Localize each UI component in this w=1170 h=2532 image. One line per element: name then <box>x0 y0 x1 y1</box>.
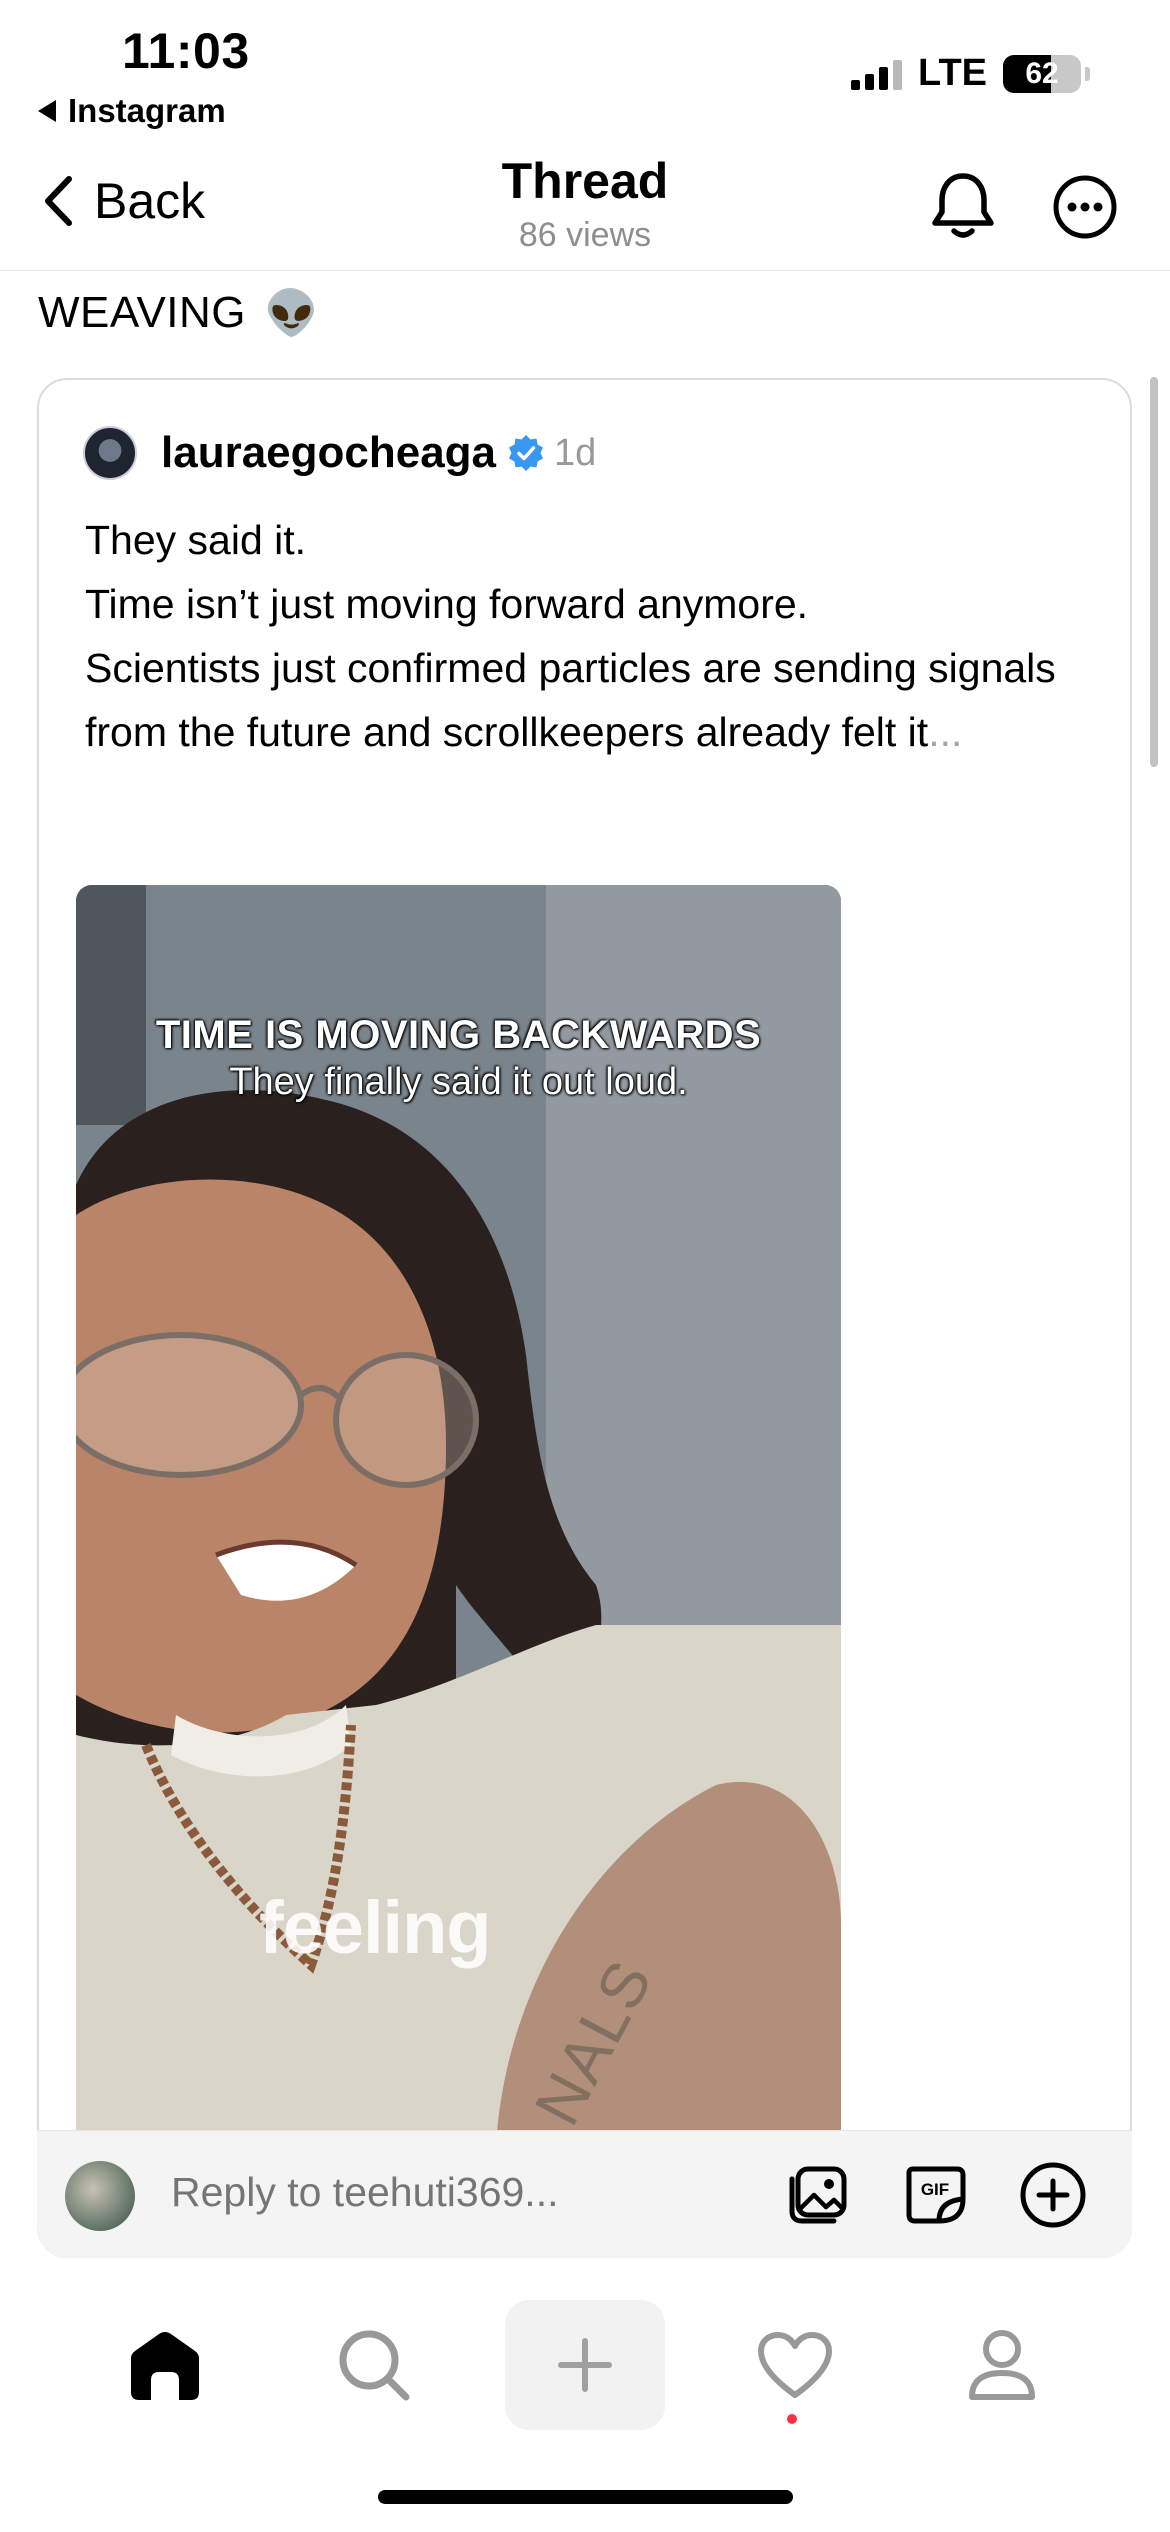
tab-new-post[interactable] <box>505 2300 665 2430</box>
back-app-label: Instagram <box>68 92 226 129</box>
tab-home[interactable] <box>105 2300 225 2430</box>
author-avatar[interactable] <box>83 426 137 480</box>
video-caption-title: TIME IS MOVING BACKWARDS <box>155 1013 762 1057</box>
tab-profile[interactable] <box>942 2300 1062 2430</box>
notification-dot <box>787 2414 797 2424</box>
quoted-post-header: lauraegocheaga 1d <box>83 426 596 480</box>
status-time: 11:03 <box>122 23 250 79</box>
cellular-signal-icon <box>851 58 903 90</box>
battery-icon: 62 <box>1003 54 1081 93</box>
battery-cap <box>1085 66 1090 81</box>
battery-level: 62 <box>1025 56 1059 90</box>
reply-bar: GIF <box>37 2130 1132 2258</box>
post-line-3: Scientists just confirmed particles are … <box>85 645 1056 755</box>
add-circle-icon[interactable] <box>1017 2159 1089 2231</box>
bell-icon[interactable] <box>928 168 998 242</box>
author-username[interactable]: lauraegocheaga <box>161 428 496 478</box>
post-time: 1d <box>554 431 597 474</box>
svg-text:GIF: GIF <box>921 2180 949 2199</box>
post-line-1: They said it. <box>85 517 307 563</box>
home-indicator[interactable] <box>378 2490 793 2504</box>
gif-icon[interactable]: GIF <box>899 2159 971 2231</box>
post-body: They said it. Time isn’t just moving for… <box>85 508 1105 764</box>
video-subtitle-word: feeling <box>259 1886 491 1969</box>
gallery-icon[interactable] <box>782 2159 854 2231</box>
back-triangle-icon <box>38 100 56 122</box>
quoted-post-card[interactable]: lauraegocheaga 1d They said it. Time isn… <box>37 378 1132 2258</box>
back-to-app-link[interactable]: Instagram <box>38 92 226 130</box>
video-caption-subtitle: They finally said it out loud. <box>229 1061 688 1103</box>
network-type: LTE <box>918 52 987 94</box>
tab-activity[interactable] <box>735 2300 855 2430</box>
post-line-2: Time isn’t just moving forward anymore. <box>85 581 809 627</box>
reply-input[interactable] <box>171 2169 731 2216</box>
header-divider <box>0 270 1170 271</box>
status-indicators: LTE 62 <box>851 52 1090 95</box>
search-icon <box>339 2330 410 2401</box>
thread-text-last-line: WEAVING <box>38 288 247 337</box>
scrollbar[interactable] <box>1150 377 1158 767</box>
heart-icon <box>758 2332 832 2398</box>
home-icon <box>131 2332 199 2400</box>
thread-text-tail: WEAVING 👽 <box>38 287 319 339</box>
current-user-avatar <box>65 2161 135 2231</box>
more-ellipsis[interactable]: ... <box>928 709 962 755</box>
more-options-icon[interactable] <box>1052 174 1118 240</box>
profile-icon <box>969 2330 1035 2400</box>
plus-icon <box>558 2338 612 2392</box>
verified-badge-icon <box>509 435 544 471</box>
tab-search[interactable] <box>314 2300 434 2430</box>
alien-emoji: 👽 <box>264 289 320 338</box>
post-video[interactable]: TIME IS MOVING BACKWARDS They finally sa… <box>76 885 841 2145</box>
